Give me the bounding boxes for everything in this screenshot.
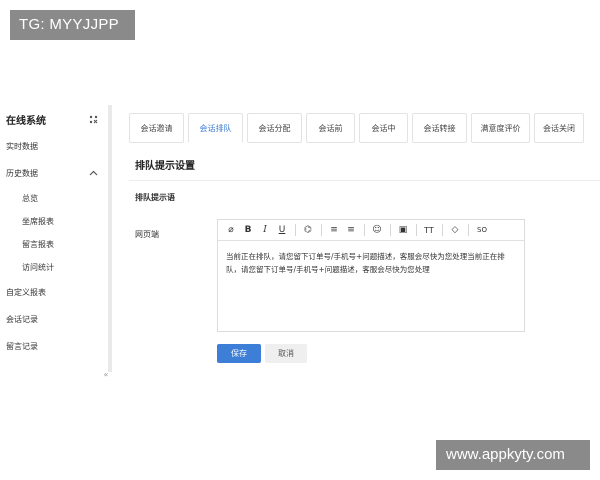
sidebar-item-realtime[interactable]: 实时数据 [0, 133, 108, 160]
sidebar-item-label: 会话记录 [6, 315, 38, 324]
sidebar-header: 在线系统 [0, 105, 108, 133]
tab-session-close[interactable]: 会话关闭 [534, 113, 584, 143]
source-code-icon[interactable]: SO [474, 223, 490, 237]
toolbar-separator [295, 224, 296, 236]
emoji-icon[interactable]: ☺ [370, 223, 384, 237]
sidebar: 在线系统 实时数据 历史数据 总览 坐席报表 留言报表 访问统计 自定义报表 会… [0, 105, 112, 379]
sidebar-item-label: 留言记录 [6, 342, 38, 351]
italic-icon[interactable]: I [258, 223, 272, 237]
sidebar-item-label: 实时数据 [6, 142, 38, 151]
tab-bar: 会话邀请 会话排队 会话分配 会话前 会话中 会话转接 满意度评价 会话关闭 [129, 113, 588, 143]
web-field-label: 网页端 [135, 230, 159, 239]
bold-icon[interactable]: B [241, 223, 255, 237]
tab-label: 会话前 [318, 123, 343, 133]
sidebar-toggle-icon[interactable] [88, 114, 98, 124]
bulleted-list-icon[interactable]: ≡ [327, 223, 341, 237]
tab-label: 会话转接 [423, 123, 456, 133]
main-panel: 会话邀请 会话排队 会话分配 会话前 会话中 会话转接 满意度评价 会话关闭 排… [121, 105, 600, 372]
rich-text-editor[interactable]: ⌀ B I U ⌬ ≡ ≡ ☺ ▣ TT ◇ SO 当前正在排队，请您留下订单号… [217, 219, 525, 332]
tab-label: 满意度评价 [480, 123, 521, 133]
clear-format-icon[interactable]: ◇ [448, 223, 462, 237]
tab-session-queue[interactable]: 会话排队 [188, 113, 243, 143]
sidebar-title: 在线系统 [6, 115, 46, 127]
sidebar-item-message-records[interactable]: 留言记录 [0, 333, 108, 360]
toolbar-separator [321, 224, 322, 236]
numbered-list-icon[interactable]: ≡ [344, 223, 358, 237]
cancel-button[interactable]: 取消 [265, 344, 307, 363]
sidebar-subitem-label: 坐席报表 [22, 217, 54, 226]
sidebar-subitem-label: 总览 [22, 194, 38, 203]
editor-toolbar: ⌀ B I U ⌬ ≡ ≡ ☺ ▣ TT ◇ SO [218, 220, 524, 241]
sidebar-item-history[interactable]: 历史数据 [0, 160, 108, 187]
sidebar-subitem-message-report[interactable]: 留言报表 [0, 233, 108, 256]
sidebar-subitem-label: 留言报表 [22, 240, 54, 249]
toolbar-separator [468, 224, 469, 236]
sidebar-subitem-agent-report[interactable]: 坐席报表 [0, 210, 108, 233]
tab-label: 会话分配 [258, 123, 291, 133]
toolbar-separator [364, 224, 365, 236]
watermark-bottom: www.appkyty.com [436, 440, 590, 470]
toolbar-separator [442, 224, 443, 236]
font-size-icon[interactable]: TT [422, 223, 436, 237]
sidebar-item-label: 历史数据 [6, 169, 38, 178]
save-button[interactable]: 保存 [217, 344, 261, 363]
tab-during-session[interactable]: 会话中 [359, 113, 408, 143]
section-title: 排队提示设置 [135, 161, 195, 172]
editor-content[interactable]: 当前正在排队，请您留下订单号/手机号+问题描述，客服会尽快为您处理当前正在排队，… [218, 241, 524, 285]
sidebar-item-custom-report[interactable]: 自定义报表 [0, 279, 108, 306]
collapse-sidebar-icon[interactable]: « [101, 368, 111, 380]
tab-label: 会话邀请 [140, 123, 173, 133]
subsection-title: 排队提示语 [135, 193, 175, 202]
toolbar-separator [390, 224, 391, 236]
sidebar-item-session-records[interactable]: 会话记录 [0, 306, 108, 333]
tab-session-transfer[interactable]: 会话转接 [412, 113, 467, 143]
sidebar-item-label: 自定义报表 [6, 288, 46, 297]
section-divider [129, 180, 600, 181]
tab-session-invite[interactable]: 会话邀请 [129, 113, 184, 143]
tab-label: 会话排队 [199, 123, 232, 133]
sidebar-subitem-label: 访问统计 [22, 263, 54, 272]
tab-label: 会话关闭 [543, 123, 575, 133]
chevron-up-icon [89, 169, 98, 178]
tab-before-session[interactable]: 会话前 [306, 113, 355, 143]
tab-label: 会话中 [371, 123, 396, 133]
sidebar-subitem-overview[interactable]: 总览 [0, 187, 108, 210]
toolbar-separator [416, 224, 417, 236]
attach-icon[interactable]: ⌀ [224, 223, 238, 237]
sidebar-subitem-visit-stats[interactable]: 访问统计 [0, 256, 108, 279]
underline-icon[interactable]: U [275, 223, 289, 237]
tab-satisfaction-rating[interactable]: 满意度评价 [471, 113, 530, 143]
tab-session-assign[interactable]: 会话分配 [247, 113, 302, 143]
watermark-top: TG: MYYJJPP [10, 10, 135, 40]
image-icon[interactable]: ▣ [396, 223, 410, 237]
link-icon[interactable]: ⌬ [301, 223, 315, 237]
